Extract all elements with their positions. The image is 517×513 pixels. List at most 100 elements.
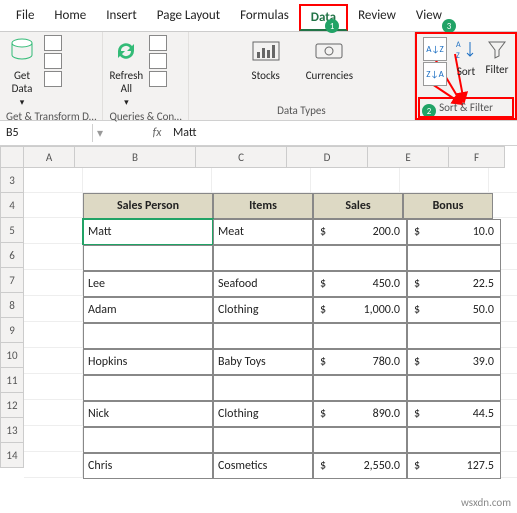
- refresh-all-button[interactable]: Refresh All▾: [109, 35, 143, 108]
- sort-button[interactable]: AZ Sort: [453, 37, 479, 78]
- header-bonus[interactable]: Bonus: [403, 193, 493, 219]
- header-sales-person[interactable]: Sales Person: [83, 193, 213, 219]
- row-header-6[interactable]: 6: [0, 243, 24, 268]
- row-header-9[interactable]: 9: [0, 318, 24, 343]
- cell-F11[interactable]: [501, 375, 517, 400]
- cell-A14[interactable]: [24, 453, 83, 478]
- cell-F5[interactable]: [501, 219, 517, 244]
- cell-person-10[interactable]: Hopkins: [83, 349, 213, 375]
- cell-person-7[interactable]: Lee: [83, 271, 213, 297]
- from-table-icon[interactable]: [44, 71, 62, 87]
- cell-A6[interactable]: [24, 245, 83, 270]
- formula-input[interactable]: Matt: [167, 124, 517, 142]
- cell-B3[interactable]: [83, 168, 212, 193]
- cell-F4[interactable]: [493, 193, 517, 218]
- cell-item-5[interactable]: Meat: [213, 219, 313, 245]
- row-header-7[interactable]: 7: [0, 268, 24, 293]
- cell-A5[interactable]: [24, 219, 83, 244]
- cell-E3[interactable]: [400, 168, 489, 193]
- cell-A9[interactable]: [24, 323, 83, 348]
- cell-bonus-14[interactable]: $127.5: [407, 453, 501, 479]
- cell-sales-7[interactable]: $450.0: [313, 271, 407, 297]
- cell-bonus-6[interactable]: [407, 245, 501, 271]
- tab-review[interactable]: Review: [348, 4, 406, 31]
- cell-sales-11[interactable]: [313, 375, 407, 401]
- tab-insert[interactable]: Insert: [96, 4, 147, 31]
- cell-item-6[interactable]: [213, 245, 313, 271]
- from-web-icon[interactable]: [44, 53, 62, 69]
- cell-A12[interactable]: [24, 401, 83, 426]
- cell-F12[interactable]: [501, 401, 517, 426]
- cell-item-8[interactable]: Clothing: [213, 297, 313, 323]
- row-header-8[interactable]: 8: [0, 293, 24, 318]
- cell-sales-8[interactable]: $1,000.0: [313, 297, 407, 323]
- cell-person-11[interactable]: [83, 375, 213, 401]
- properties-icon[interactable]: [149, 53, 167, 69]
- cell-person-12[interactable]: Nick: [83, 401, 213, 427]
- cell-F8[interactable]: [501, 297, 517, 322]
- cell-A13[interactable]: [24, 427, 83, 452]
- cell-sales-14[interactable]: $2,550.0: [313, 453, 407, 479]
- cell-A8[interactable]: [24, 297, 83, 322]
- cell-item-9[interactable]: [213, 323, 313, 349]
- cell-bonus-12[interactable]: $44.5: [407, 401, 501, 427]
- cell-bonus-10[interactable]: $39.0: [407, 349, 501, 375]
- col-header-D[interactable]: D: [287, 146, 368, 168]
- cell-bonus-9[interactable]: [407, 323, 501, 349]
- cell-F13[interactable]: [501, 427, 517, 452]
- cell-A7[interactable]: [24, 271, 83, 296]
- cell-F6[interactable]: [501, 245, 517, 270]
- get-data-button[interactable]: Get Data▾: [6, 35, 38, 108]
- cell-A3[interactable]: [24, 168, 83, 193]
- cell-person-6[interactable]: [83, 245, 213, 271]
- cell-bonus-13[interactable]: [407, 427, 501, 453]
- tab-file[interactable]: File: [6, 4, 44, 31]
- filter-button[interactable]: Filter: [485, 37, 509, 76]
- row-header-3[interactable]: 3: [0, 168, 24, 193]
- cell-A4[interactable]: [24, 193, 83, 218]
- row-header-13[interactable]: 13: [0, 418, 24, 443]
- chevron-down-icon[interactable]: ▾: [93, 126, 107, 141]
- tab-home[interactable]: Home: [44, 4, 96, 31]
- connections-icon[interactable]: [149, 35, 167, 51]
- col-header-A[interactable]: A: [24, 146, 75, 168]
- cell-D3[interactable]: [311, 168, 400, 193]
- cell-person-13[interactable]: [83, 427, 213, 453]
- cell-person-14[interactable]: Chris: [83, 453, 213, 479]
- col-header-E[interactable]: E: [368, 146, 449, 168]
- cell-person-9[interactable]: [83, 323, 213, 349]
- cell-sales-5[interactable]: $200.0: [313, 219, 407, 245]
- from-text-icon[interactable]: [44, 35, 62, 51]
- sort-az-button[interactable]: A↓Z: [423, 37, 447, 61]
- cell-bonus-7[interactable]: $22.5: [407, 271, 501, 297]
- header-sales[interactable]: Sales: [313, 193, 403, 219]
- tab-page-layout[interactable]: Page Layout: [147, 4, 230, 31]
- cell-item-7[interactable]: Seafood: [213, 271, 313, 297]
- cell-bonus-8[interactable]: $50.0: [407, 297, 501, 323]
- row-header-11[interactable]: 11: [0, 368, 24, 393]
- cell-A11[interactable]: [24, 375, 83, 400]
- cell-sales-9[interactable]: [313, 323, 407, 349]
- cell-F14[interactable]: [501, 453, 517, 478]
- cell-person-5[interactable]: Matt: [83, 219, 213, 245]
- select-all-corner[interactable]: [0, 146, 24, 168]
- cell-A10[interactable]: [24, 349, 83, 374]
- cell-item-10[interactable]: Baby Toys: [213, 349, 313, 375]
- cell-C3[interactable]: [212, 168, 311, 193]
- cell-F9[interactable]: [501, 323, 517, 348]
- row-header-4[interactable]: 4: [0, 193, 24, 218]
- row-header-10[interactable]: 10: [0, 343, 24, 368]
- stocks-button[interactable]: Stocks: [250, 35, 282, 82]
- cell-item-12[interactable]: Clothing: [213, 401, 313, 427]
- cell-F10[interactable]: [501, 349, 517, 374]
- tab-formulas[interactable]: Formulas: [230, 4, 299, 31]
- cell-sales-12[interactable]: $890.0: [313, 401, 407, 427]
- cell-sales-6[interactable]: [313, 245, 407, 271]
- edit-links-icon[interactable]: [149, 71, 167, 87]
- cell-item-13[interactable]: [213, 427, 313, 453]
- cell-sales-13[interactable]: [313, 427, 407, 453]
- cell-person-8[interactable]: Adam: [83, 297, 213, 323]
- fx-icon[interactable]: fx: [147, 126, 167, 140]
- cell-item-14[interactable]: Cosmetics: [213, 453, 313, 479]
- col-header-C[interactable]: C: [196, 146, 287, 168]
